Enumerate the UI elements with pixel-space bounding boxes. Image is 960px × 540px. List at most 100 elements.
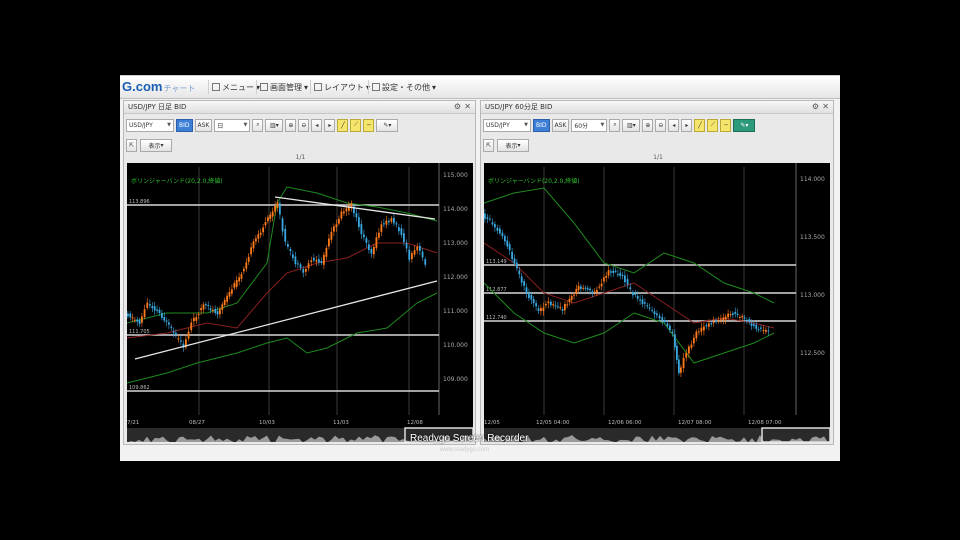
- gear-icon[interactable]: ⚙: [454, 102, 461, 111]
- tool-select-icon[interactable]: ✎▾: [733, 118, 756, 132]
- popout-icon[interactable]: ⇱: [126, 138, 138, 152]
- symbol-select[interactable]: USD/JPY ▼: [126, 118, 174, 132]
- bollinger-band-line: [483, 187, 775, 304]
- candle-body: [299, 264, 302, 268]
- draw-trend-icon[interactable]: ⟋: [707, 118, 719, 132]
- candle-body: [257, 234, 260, 239]
- layout-button[interactable]: レイアウト ▾: [310, 80, 373, 94]
- screen-management-button[interactable]: 画面管理 ▾: [256, 80, 311, 94]
- scroll-left-icon[interactable]: ◂: [311, 118, 323, 132]
- chart-type-icon[interactable]: ▥▾: [622, 118, 641, 132]
- candle-body: [720, 319, 722, 321]
- gear-icon[interactable]: ⚙: [812, 102, 819, 111]
- scroll-left-icon[interactable]: ◂: [668, 118, 680, 132]
- ask-button[interactable]: ASK: [551, 118, 570, 132]
- menu-icon: [212, 83, 220, 91]
- candle-body: [180, 340, 182, 342]
- candle-body: [767, 330, 770, 332]
- display-button[interactable]: 表示 ▾: [140, 138, 173, 152]
- y-tick-label: 115.000: [443, 172, 468, 179]
- candle-body: [603, 277, 605, 282]
- x-tick-label: 08/27: [189, 420, 205, 426]
- tool-select-icon[interactable]: ✎▾: [376, 118, 399, 132]
- popout-icon[interactable]: ⇱: [483, 138, 495, 152]
- candle-body: [561, 309, 564, 311]
- candle-body: [676, 345, 678, 360]
- symbol-select[interactable]: USD/JPY ▼: [483, 118, 531, 132]
- candle-body: [626, 279, 629, 285]
- x-tick-label: 12/06 06:00: [608, 420, 642, 426]
- candle-body: [621, 274, 624, 276]
- candle-body: [305, 268, 307, 272]
- candle-body: [156, 309, 158, 311]
- candle-body: [690, 344, 693, 348]
- chart-type-icon[interactable]: ▥▾: [265, 118, 284, 132]
- candlestick-chart-daily[interactable]: 115.000 114.000 113.000 112.000 111.000 110.0…: [126, 163, 474, 443]
- candlestick-chart-hourly[interactable]: 114.000 113.500 113.000 112.500 113.149 112.8…: [483, 163, 831, 443]
- candle-body: [760, 327, 762, 329]
- scroll-right-icon[interactable]: ▸: [324, 118, 336, 132]
- candle-body: [680, 367, 682, 373]
- zoom-in-icon[interactable]: ⊕: [285, 118, 297, 132]
- candle-body: [393, 217, 395, 224]
- candle-body: [651, 310, 653, 312]
- candle-body: [598, 286, 601, 288]
- candle-body: [641, 299, 644, 305]
- candle-body: [489, 218, 491, 220]
- candle-body: [163, 317, 166, 321]
- candle-body: [205, 304, 207, 306]
- display-button[interactable]: 表示 ▾: [497, 138, 530, 152]
- y-tick-label: 112.500: [800, 350, 825, 357]
- candle-body: [370, 249, 373, 254]
- draw-hline-icon[interactable]: ─: [720, 118, 732, 132]
- scroll-right-icon[interactable]: ▸: [681, 118, 693, 132]
- candle-body: [419, 245, 421, 251]
- menu-button[interactable]: メニュー ▾: [208, 80, 263, 94]
- candle-body: [214, 309, 217, 314]
- price-label: 113.149: [486, 259, 507, 265]
- candle-body: [330, 232, 333, 240]
- candle-body: [586, 288, 589, 290]
- close-icon[interactable]: ✕: [464, 102, 471, 111]
- candle-body: [648, 307, 651, 309]
- candle-body: [408, 249, 411, 260]
- candle-body: [284, 228, 287, 242]
- draw-trend-icon[interactable]: ⟋: [350, 118, 362, 132]
- panel-title: USD/JPY 60分足 BID: [481, 101, 833, 114]
- candle-body: [231, 289, 233, 294]
- candle-body: [504, 235, 506, 242]
- candle-body: [593, 291, 596, 293]
- period-select[interactable]: 60分 ▼: [571, 118, 608, 132]
- candle-body: [252, 241, 255, 249]
- candle-body: [131, 317, 134, 319]
- x-tick-label: 12/08: [407, 420, 423, 426]
- bid-button[interactable]: BID: [176, 118, 193, 132]
- search-icon[interactable]: ⌕: [609, 118, 621, 132]
- candle-body: [646, 305, 649, 307]
- candle-body: [743, 317, 746, 319]
- candle-body: [591, 291, 594, 293]
- zoom-out-icon[interactable]: ⊖: [655, 118, 667, 132]
- y-tick-label: 110.000: [443, 342, 468, 349]
- price-label: 112.740: [486, 315, 507, 321]
- bid-button[interactable]: BID: [533, 118, 550, 132]
- zoom-out-icon[interactable]: ⊖: [298, 118, 310, 132]
- draw-hline-icon[interactable]: ─: [363, 118, 375, 132]
- candle-body: [195, 317, 198, 321]
- zoom-in-icon[interactable]: ⊕: [642, 118, 654, 132]
- candle-body: [712, 321, 715, 323]
- draw-line-icon[interactable]: ╱: [694, 118, 706, 132]
- candle-body: [695, 331, 698, 339]
- close-icon[interactable]: ✕: [822, 102, 829, 111]
- recorder-watermark: Readygo Screen Recorder: [410, 433, 529, 444]
- price-label: 113.896: [129, 199, 150, 205]
- candle-body: [165, 320, 168, 322]
- draw-line-icon[interactable]: ╱: [337, 118, 349, 132]
- chart-panel-daily: USD/JPY 日足 BID ⚙ ✕ USD/JPY ▼ BID ASK 日 ▼ ⌕…: [123, 100, 476, 445]
- search-icon[interactable]: ⌕: [252, 118, 264, 132]
- ask-button[interactable]: ASK: [194, 118, 213, 132]
- period-select[interactable]: 日 ▼: [214, 118, 251, 132]
- candle-body: [525, 287, 528, 294]
- settings-button[interactable]: 設定・その他 ▾: [368, 80, 439, 94]
- candle-body: [710, 323, 713, 325]
